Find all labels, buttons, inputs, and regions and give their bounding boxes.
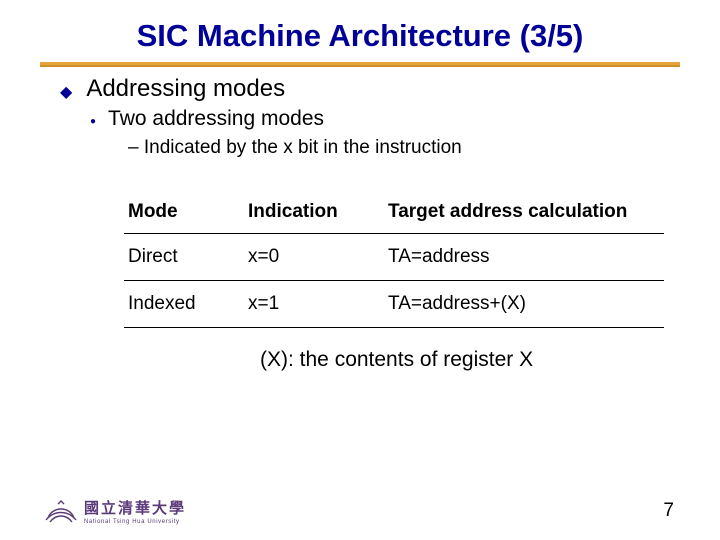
footnote-text: (X): the contents of register X [260,348,660,372]
th-mode: Mode [124,195,244,233]
cell-indication: x=0 [244,234,384,281]
diamond-bullet-icon: ◆ [60,82,72,102]
logo-text-cn: 國立清華大學 [84,502,186,517]
cell-mode: Indexed [124,281,244,328]
slide-title: SIC Machine Architecture (3/5) [0,0,720,54]
th-indication: Indication [244,195,384,233]
circle-bullet-icon: ● [90,116,96,127]
bullet-level-1: ◆ Addressing modes [60,75,660,103]
table-row: Indexed x=1 TA=address+(X) [124,281,664,328]
th-target: Target address calculation [384,195,664,233]
cell-indication: x=1 [244,281,384,328]
cell-mode: Direct [124,234,244,281]
addressing-modes-table: Mode Indication Target address calculati… [124,195,664,328]
bullet-level-3: – Indicated by the x bit in the instruct… [128,137,660,159]
bullet-level-2: ● Two addressing modes [90,107,660,131]
logo-text-en: National Tsing Hua University [84,519,186,525]
cell-target: TA=address+(X) [384,281,664,328]
cell-target: TA=address [384,234,664,281]
table-row: Direct x=0 TA=address [124,234,664,281]
footer-logo: 國立清華大學 National Tsing Hua University [44,500,186,526]
page-number: 7 [663,500,674,522]
slide-content: ◆ Addressing modes ● Two addressing mode… [0,65,720,372]
university-logo-icon [44,500,78,526]
bullet-l1-text: Addressing modes [86,75,285,103]
table-header-row: Mode Indication Target address calculati… [124,195,664,233]
bullet-l2-text: Two addressing modes [108,107,324,131]
